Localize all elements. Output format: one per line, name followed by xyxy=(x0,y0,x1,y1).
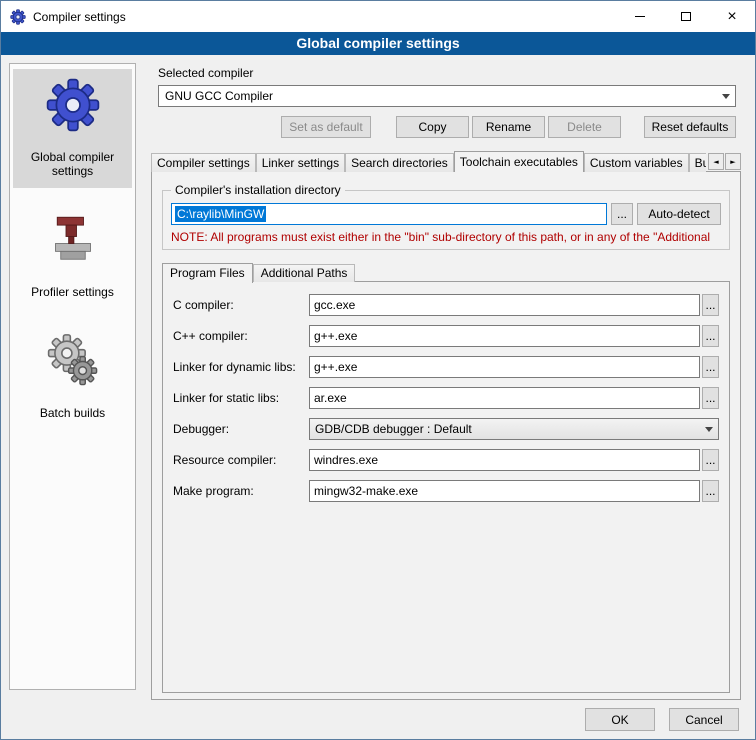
tab-search-directories[interactable]: Search directories xyxy=(345,153,454,172)
make-program-browse-button[interactable]: ... xyxy=(702,480,719,502)
tab-custom-variables[interactable]: Custom variables xyxy=(584,153,689,172)
tab-scroll-left-icon[interactable]: ◄ xyxy=(708,153,724,170)
selected-text: C:\raylib\MinGW xyxy=(175,206,266,222)
toolchain-executables-panel: Compiler's installation directory C:\ray… xyxy=(151,171,741,700)
debugger-label: Debugger: xyxy=(173,422,309,436)
dynamic-linker-label: Linker for dynamic libs: xyxy=(173,360,309,374)
static-linker-input[interactable]: ar.exe xyxy=(309,387,700,409)
resource-compiler-browse-button[interactable]: ... xyxy=(702,449,719,471)
tab-linker-settings[interactable]: Linker settings xyxy=(256,153,345,172)
sidebar-item-label: Profiler settings xyxy=(31,285,114,299)
sidebar-item-global-compiler-settings[interactable]: Global compiler settings xyxy=(13,69,132,188)
tab-build-options[interactable]: Builc xyxy=(689,153,706,172)
profiler-press-icon xyxy=(45,212,101,268)
dynamic-linker-value: g++.exe xyxy=(314,360,357,374)
maximize-icon xyxy=(681,12,691,21)
window-controls: × xyxy=(617,1,755,32)
cpp-compiler-input[interactable]: g++.exe xyxy=(309,325,700,347)
debugger-select[interactable]: GDB/CDB debugger : Default xyxy=(309,418,719,440)
minimize-button[interactable] xyxy=(617,1,663,32)
directory-browse-button[interactable]: ... xyxy=(611,203,633,225)
tab-compiler-settings[interactable]: Compiler settings xyxy=(151,153,256,172)
gray-gears-icon xyxy=(45,333,101,389)
c-compiler-label: C compiler: xyxy=(173,298,309,312)
installation-directory-group: Compiler's installation directory C:\ray… xyxy=(162,190,730,250)
maximize-button[interactable] xyxy=(663,1,709,32)
delete-button: Delete xyxy=(548,116,621,138)
blue-gear-icon xyxy=(45,77,101,133)
rename-button[interactable]: Rename xyxy=(472,116,545,138)
copy-button[interactable]: Copy xyxy=(396,116,469,138)
main-content: Selected compiler GNU GCC Compiler Set a… xyxy=(151,63,741,700)
ok-button[interactable]: OK xyxy=(585,708,655,731)
sidebar-item-batch-builds[interactable]: Batch builds xyxy=(13,325,132,430)
make-program-label: Make program: xyxy=(173,484,309,498)
static-linker-value: ar.exe xyxy=(314,391,347,405)
c-compiler-browse-button[interactable]: ... xyxy=(702,294,719,316)
chevron-down-icon xyxy=(705,427,713,432)
minimize-icon xyxy=(635,16,645,17)
dynamic-linker-browse-button[interactable]: ... xyxy=(702,356,719,378)
cpp-compiler-value: g++.exe xyxy=(314,329,357,343)
cpp-compiler-label: C++ compiler: xyxy=(173,329,309,343)
compiler-actions: Set as default Copy Rename Delete Reset … xyxy=(158,116,736,138)
program-tabs: Program Files Additional Paths xyxy=(162,262,730,282)
resource-compiler-input[interactable]: windres.exe xyxy=(309,449,700,471)
compiler-select[interactable]: GNU GCC Compiler xyxy=(158,85,736,107)
c-compiler-input[interactable]: gcc.exe xyxy=(309,294,700,316)
make-program-input[interactable]: mingw32-make.exe xyxy=(309,480,700,502)
tab-scroll-buttons: ◄ ► xyxy=(708,153,741,170)
dialog-header: Global compiler settings xyxy=(1,32,755,55)
title-bar: Compiler settings × xyxy=(1,1,755,32)
tab-additional-paths[interactable]: Additional Paths xyxy=(253,264,356,282)
field-row-c-compiler: C compiler: gcc.exe ... xyxy=(173,294,719,316)
window-title: Compiler settings xyxy=(33,10,126,24)
tab-scroll-right-icon[interactable]: ► xyxy=(725,153,741,170)
field-row-make-program: Make program: mingw32-make.exe ... xyxy=(173,480,719,502)
installation-directory-row: C:\raylib\MinGW ... Auto-detect xyxy=(171,203,721,225)
field-row-static-linker: Linker for static libs: ar.exe ... xyxy=(173,387,719,409)
resource-compiler-value: windres.exe xyxy=(314,453,378,467)
program-files-panel: C compiler: gcc.exe ... C++ compiler: g+… xyxy=(162,281,730,693)
field-row-cpp-compiler: C++ compiler: g++.exe ... xyxy=(173,325,719,347)
tab-program-files[interactable]: Program Files xyxy=(162,263,253,283)
cancel-button[interactable]: Cancel xyxy=(669,708,739,731)
chevron-down-icon xyxy=(722,94,730,99)
static-linker-label: Linker for static libs: xyxy=(173,391,309,405)
field-row-dynamic-linker: Linker for dynamic libs: g++.exe ... xyxy=(173,356,719,378)
field-row-resource-compiler: Resource compiler: windres.exe ... xyxy=(173,449,719,471)
dynamic-linker-input[interactable]: g++.exe xyxy=(309,356,700,378)
field-row-debugger: Debugger: GDB/CDB debugger : Default xyxy=(173,418,719,440)
c-compiler-value: gcc.exe xyxy=(314,298,355,312)
note-text: NOTE: All programs must exist either in … xyxy=(171,230,721,244)
sidebar-item-label: Global compiler settings xyxy=(15,150,130,178)
close-icon: × xyxy=(727,9,736,25)
installation-directory-input[interactable]: C:\raylib\MinGW xyxy=(171,203,607,225)
debugger-value: GDB/CDB debugger : Default xyxy=(315,422,472,436)
make-program-value: mingw32-make.exe xyxy=(314,484,418,498)
resource-compiler-label: Resource compiler: xyxy=(173,453,309,467)
static-linker-browse-button[interactable]: ... xyxy=(702,387,719,409)
tab-toolchain-executables[interactable]: Toolchain executables xyxy=(454,151,584,172)
auto-detect-button[interactable]: Auto-detect xyxy=(637,203,721,225)
compiler-select-value: GNU GCC Compiler xyxy=(165,89,273,103)
settings-category-list: Global compiler settings Profiler settin… xyxy=(9,63,136,690)
sidebar-item-label: Batch builds xyxy=(40,406,105,420)
set-as-default-button: Set as default xyxy=(281,116,371,138)
reset-defaults-button[interactable]: Reset defaults xyxy=(644,116,736,138)
close-button[interactable]: × xyxy=(709,1,755,32)
tabs-strip: Compiler settings Linker settings Search… xyxy=(151,150,706,172)
app-gear-icon xyxy=(10,9,26,25)
selected-compiler-label: Selected compiler xyxy=(158,66,741,80)
compiler-settings-dialog: Compiler settings × Global compiler sett… xyxy=(0,0,756,740)
tab-bar: Compiler settings Linker settings Search… xyxy=(151,151,741,172)
sidebar-item-profiler-settings[interactable]: Profiler settings xyxy=(13,204,132,309)
cpp-compiler-browse-button[interactable]: ... xyxy=(702,325,719,347)
installation-directory-title: Compiler's installation directory xyxy=(171,183,345,197)
